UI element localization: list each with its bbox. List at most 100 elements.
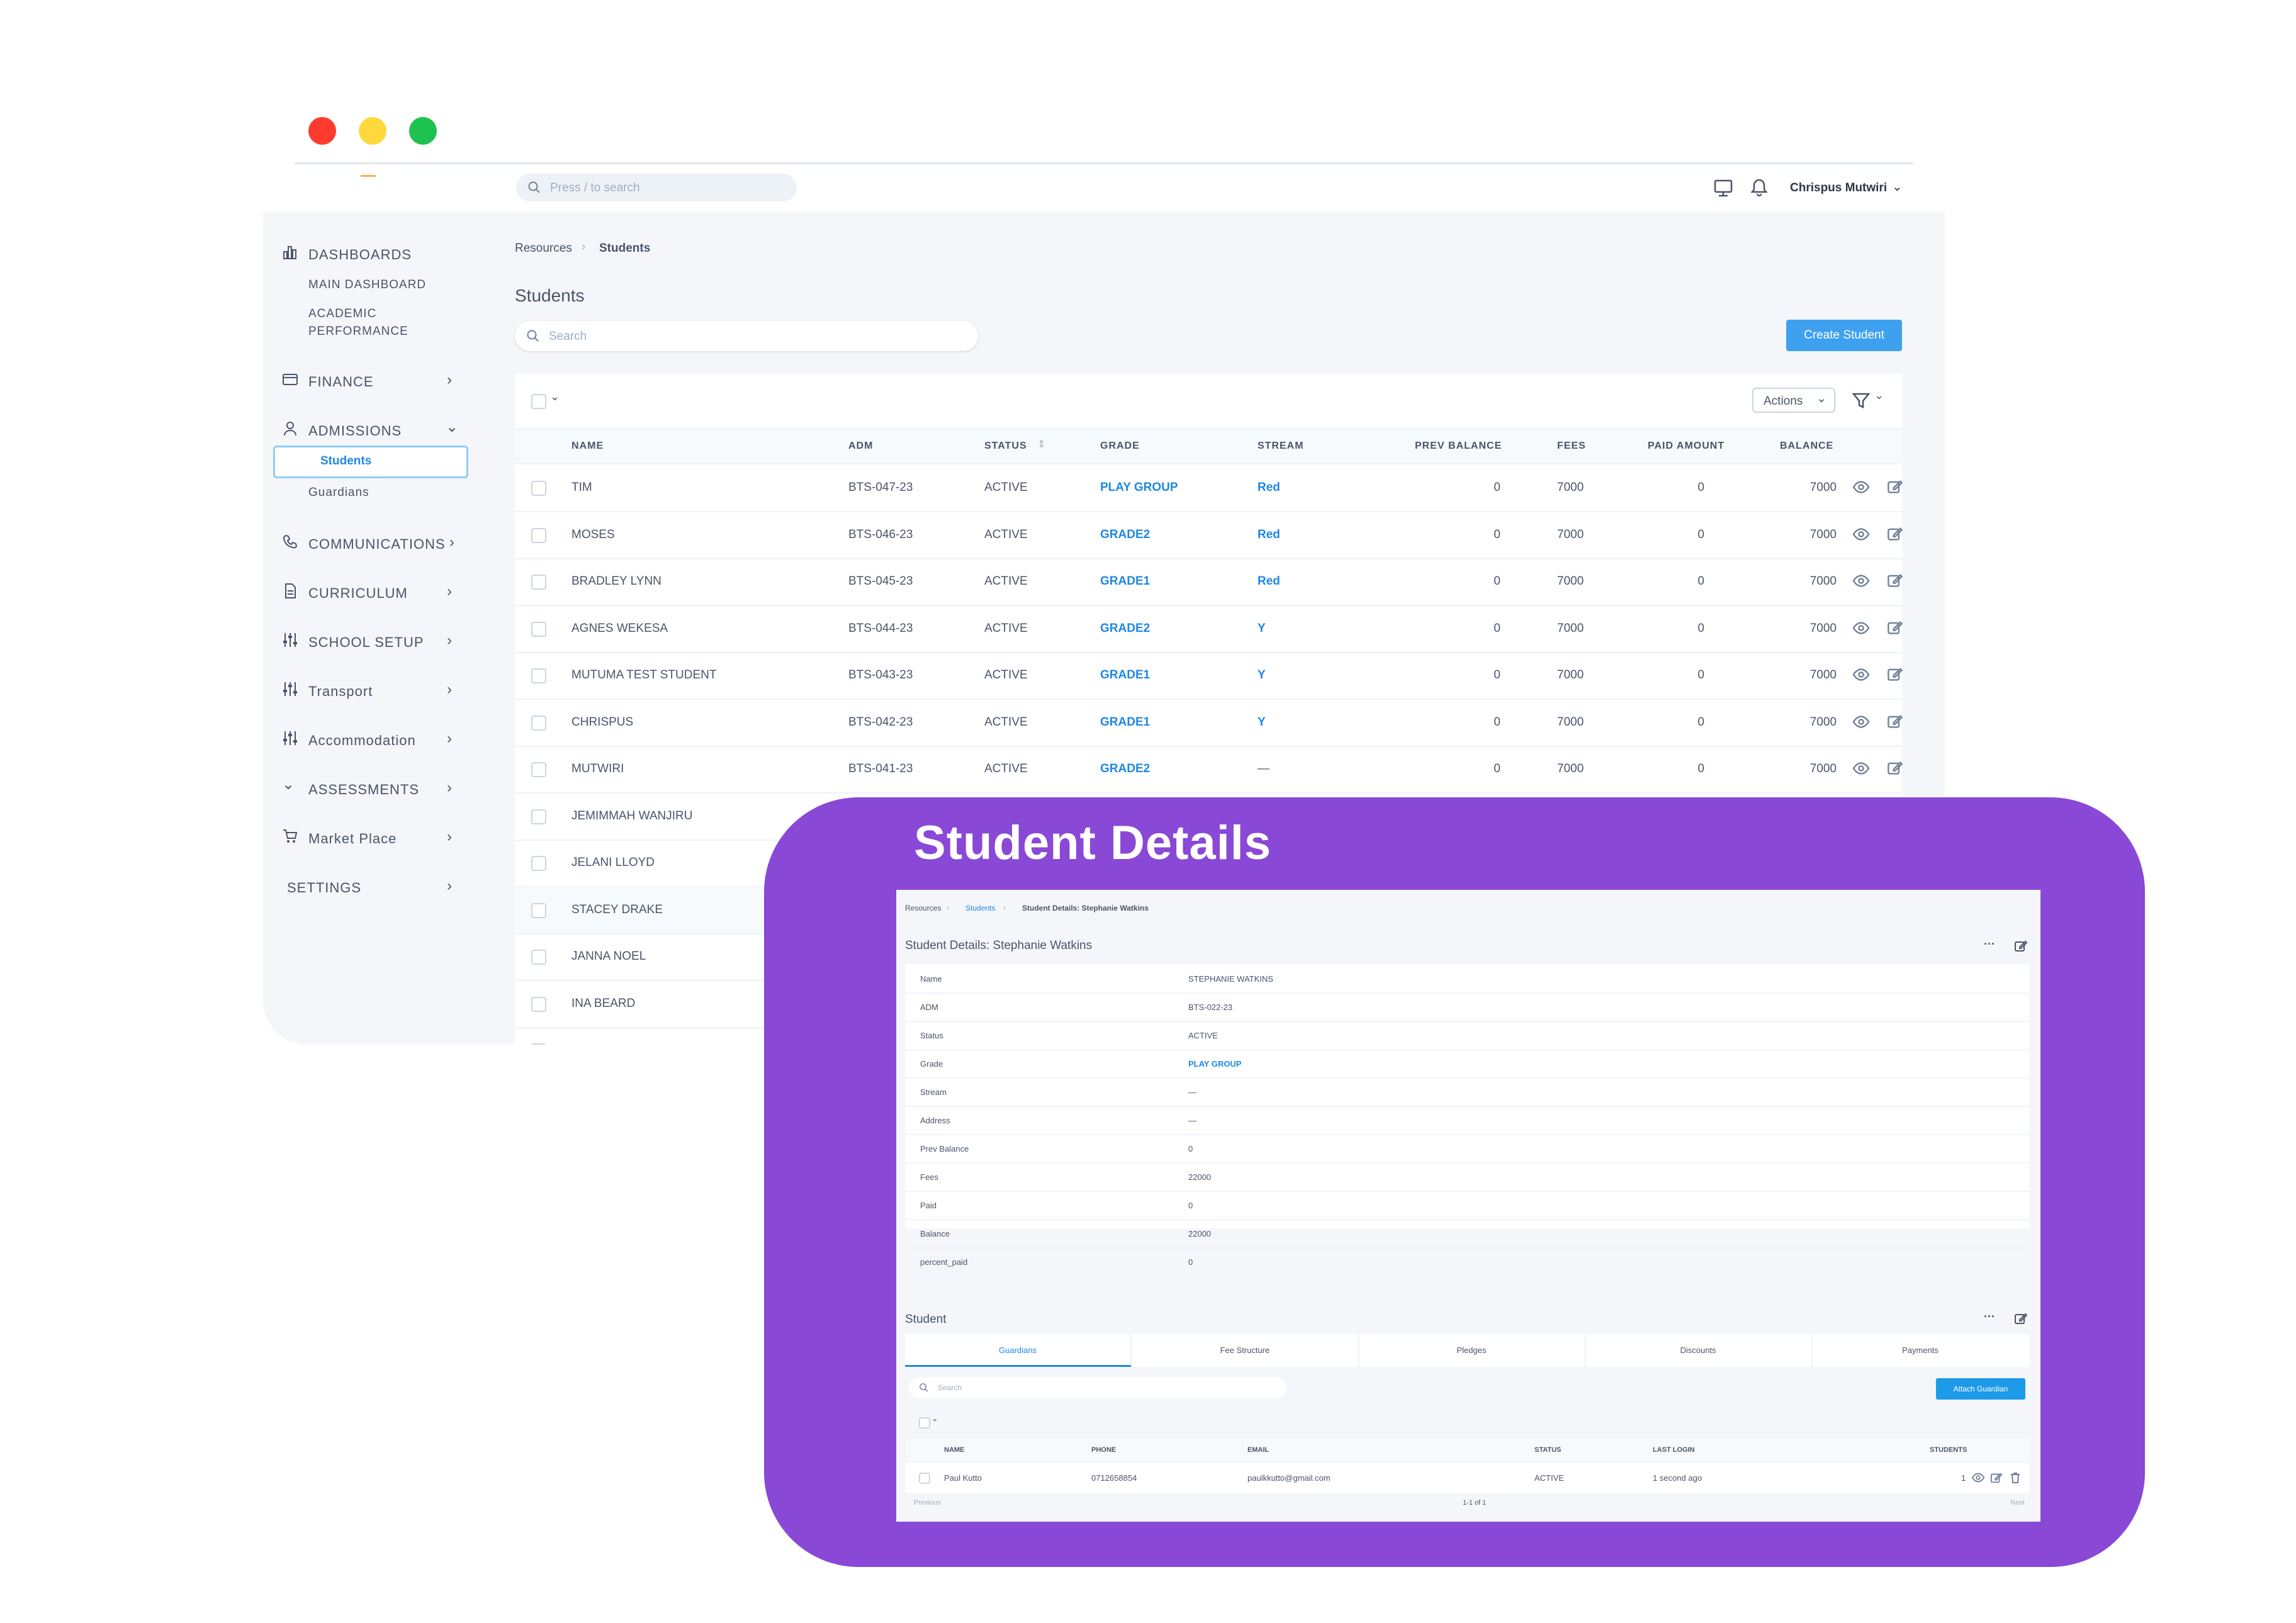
tab-payments[interactable]: Payments (1811, 1334, 2029, 1367)
breadcrumb-resources[interactable]: Resources (515, 242, 572, 256)
row-checkbox[interactable] (531, 621, 546, 637)
edit-icon[interactable] (1887, 478, 1903, 495)
row-checkbox[interactable] (531, 902, 546, 918)
cell-grade[interactable]: GRADE1 (1100, 668, 1150, 682)
cell-stream[interactable]: Y (1258, 668, 1266, 682)
guardian-row[interactable]: Paul Kutto 0712658854 paulkkutto@gmail.c… (905, 1463, 2029, 1493)
row-checkbox[interactable] (531, 715, 546, 731)
edit-icon[interactable] (2014, 1311, 2028, 1325)
edit-icon[interactable] (1887, 525, 1903, 542)
global-search-input[interactable]: Press / to search (516, 174, 797, 201)
col-adm[interactable]: ADM (848, 441, 873, 452)
tab-discounts[interactable]: Discounts (1585, 1334, 1813, 1367)
row-checkbox[interactable] (531, 1043, 546, 1045)
cell-stream[interactable]: Red (1258, 481, 1280, 495)
pager-previous[interactable]: Previous (914, 1499, 941, 1507)
table-row[interactable]: CHRISPUS BTS-042-23 ACTIVE GRADE1 Y 0 7000 0 700… (515, 699, 1903, 747)
col-grade[interactable]: GRADE (1100, 441, 1140, 452)
col-stream[interactable]: STREAM (1258, 441, 1304, 452)
row-checkbox[interactable] (531, 856, 546, 871)
row-checkbox[interactable] (531, 762, 546, 777)
col-balance[interactable]: BALANCE (1780, 441, 1833, 452)
user-menu-chevron-icon[interactable]: ⌄ (1892, 179, 1903, 194)
table-row[interactable]: MOSES BTS-046-23 ACTIVE GRADE2 Red 0 7000 0 7000 (515, 512, 1903, 559)
nav-admissions[interactable]: ADMISSIONS (308, 423, 402, 439)
col-fees[interactable]: FEES (1557, 441, 1586, 452)
view-icon[interactable] (1852, 667, 1871, 682)
col-prev-balance[interactable]: PREV BALANCE (1415, 441, 1502, 452)
g-col-status[interactable]: STATUS (1534, 1446, 1561, 1454)
nav-curriculum[interactable]: CURRICULUM (308, 585, 408, 602)
view-icon[interactable] (1852, 573, 1871, 588)
nav-settings[interactable]: SETTINGS (287, 880, 361, 896)
bell-icon[interactable] (1750, 177, 1769, 198)
nav-assessments[interactable]: ASSESSMENTS (308, 782, 419, 798)
edit-icon[interactable] (1887, 572, 1903, 588)
chevron-down-icon[interactable]: ⌄ (550, 390, 560, 403)
edit-icon[interactable] (1887, 760, 1903, 776)
student-search-input[interactable]: Search (515, 321, 978, 351)
guardians-select-all-checkbox[interactable] (919, 1417, 930, 1429)
cell-stream[interactable]: Red (1258, 575, 1280, 588)
edit-icon[interactable] (1887, 713, 1903, 729)
table-row[interactable]: BRADLEY LYNN BTS-045-23 ACTIVE GRADE1 Red 0 70… (515, 558, 1903, 606)
row-checkbox[interactable] (531, 575, 546, 590)
col-status[interactable]: STATUS (984, 441, 1027, 452)
window-zoom-button[interactable] (409, 117, 437, 145)
row-checkbox[interactable] (531, 668, 546, 683)
monitor-icon[interactable] (1713, 179, 1733, 198)
window-minimize-button[interactable] (359, 117, 386, 145)
cell-grade[interactable]: GRADE2 (1100, 528, 1150, 542)
cell-grade[interactable]: GRADE1 (1100, 575, 1150, 588)
cell-stream[interactable]: Y (1258, 622, 1266, 636)
window-close-button[interactable] (308, 117, 336, 145)
detail-value[interactable]: PLAY GROUP (1188, 1059, 1242, 1069)
view-icon[interactable] (1852, 527, 1871, 542)
nav-communications[interactable]: COMMUNICATIONS (308, 536, 446, 553)
nav-transport[interactable]: Transport (308, 683, 373, 700)
nav-school-setup[interactable]: SCHOOL SETUP (308, 634, 424, 651)
g-col-students[interactable]: STUDENTS (1930, 1446, 1967, 1454)
table-row[interactable]: MUTWIRI BTS-041-23 ACTIVE GRADE2 — 0 7000 0 7000 (515, 746, 1903, 794)
cell-grade[interactable]: GRADE1 (1100, 716, 1150, 729)
cell-stream[interactable]: — (1258, 762, 1269, 776)
view-icon[interactable] (1971, 1471, 1985, 1484)
row-checkbox[interactable] (531, 481, 546, 496)
cell-stream[interactable]: Y (1258, 716, 1266, 729)
filter-icon[interactable] (1852, 391, 1871, 410)
view-icon[interactable] (1852, 761, 1871, 776)
nav-academic-performance-line2[interactable]: PERFORMANCE (308, 325, 408, 339)
trash-icon[interactable] (2009, 1471, 2022, 1484)
cell-stream[interactable]: Red (1258, 528, 1280, 542)
row-checkbox[interactable] (531, 950, 546, 965)
nav-market-place[interactable]: Market Place (308, 831, 397, 847)
nav-accommodation[interactable]: Accommodation (308, 733, 416, 749)
cell-grade[interactable]: GRADE2 (1100, 762, 1150, 776)
nav-finance[interactable]: FINANCE (308, 374, 374, 390)
view-icon[interactable] (1852, 714, 1871, 729)
table-row[interactable]: TIM BTS-047-23 ACTIVE PLAY GROUP Red 0 7000 0 70… (515, 464, 1903, 512)
row-checkbox[interactable] (919, 1473, 930, 1484)
details-crumb-students[interactable]: Students (965, 904, 995, 913)
edit-icon[interactable] (1887, 619, 1903, 636)
nav-academic-performance-line1[interactable]: ACADEMIC (308, 307, 376, 321)
edit-icon[interactable] (1990, 1471, 2003, 1484)
edit-icon[interactable] (1887, 666, 1903, 682)
sort-icon[interactable]: ⇕ (1037, 438, 1045, 451)
actions-dropdown[interactable]: Actions ⌄ (1752, 388, 1835, 413)
row-checkbox[interactable] (531, 996, 546, 1012)
cell-grade[interactable]: PLAY GROUP (1100, 481, 1178, 495)
g-col-last-login[interactable]: LAST LOGIN (1653, 1446, 1695, 1454)
view-icon[interactable] (1852, 621, 1871, 636)
more-icon[interactable]: ··· (1984, 1310, 1995, 1323)
details-crumb-resources[interactable]: Resources (905, 904, 941, 913)
chevron-down-icon[interactable]: ⌄ (931, 1413, 938, 1424)
g-col-email[interactable]: EMAIL (1247, 1446, 1269, 1454)
pager-next[interactable]: Next (2010, 1499, 2025, 1507)
col-name[interactable]: NAME (571, 441, 604, 452)
view-icon[interactable] (1852, 480, 1871, 495)
tab-guardians[interactable]: Guardians (905, 1334, 1132, 1367)
table-row[interactable]: AGNES WEKESA BTS-044-23 ACTIVE GRADE2 Y 0 7000… (515, 605, 1903, 653)
create-student-button[interactable]: Create Student (1786, 320, 1902, 351)
tab-pledges[interactable]: Pledges (1358, 1334, 1586, 1367)
